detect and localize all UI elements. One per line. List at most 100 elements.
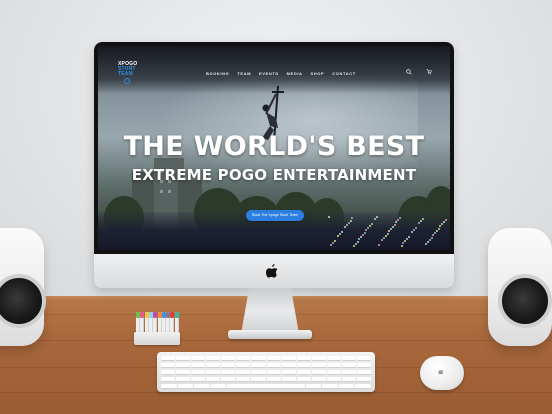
crowd-person <box>439 225 441 227</box>
nav-contact[interactable]: CONTACT <box>332 71 355 76</box>
crowd-person <box>387 233 389 235</box>
left-speaker <box>0 228 46 346</box>
keyboard-key <box>236 356 251 361</box>
crowd-person <box>441 223 443 225</box>
keyboard-key <box>296 370 311 375</box>
keyboard-key <box>161 384 177 389</box>
xpogo-logo[interactable]: XPOGO STUNT TEAM <box>118 62 137 84</box>
crowd-person <box>330 244 332 246</box>
crowd-person <box>427 241 429 243</box>
keyboard-key <box>341 377 357 382</box>
speaker-cone <box>0 274 46 328</box>
keyboard-key <box>161 370 176 375</box>
crowd-person <box>422 218 424 220</box>
keyboard-key <box>176 363 191 368</box>
keyboard-key <box>236 363 251 368</box>
keyboard-key <box>206 370 221 375</box>
keyboard-key <box>161 356 176 361</box>
book-team-button[interactable]: Book The Xpogo Stunt Team <box>246 210 304 221</box>
keyboard-key <box>311 363 326 368</box>
keyboard-key <box>176 377 191 382</box>
crowd-person <box>381 239 383 241</box>
crowd-person <box>378 244 380 246</box>
nav-media[interactable]: MEDIA <box>287 71 303 76</box>
keyboard-key <box>227 384 305 389</box>
crowd-person <box>401 245 403 247</box>
keyboard-key <box>281 370 296 375</box>
marker-tray <box>134 332 180 345</box>
keyboard-key <box>251 363 266 368</box>
nav-booking[interactable]: BOOKING <box>206 71 229 76</box>
monitor-stand <box>241 288 299 334</box>
keyboard-key <box>296 377 311 382</box>
keyboard-key <box>266 370 281 375</box>
keyboard-key <box>357 356 372 361</box>
crowd-person <box>332 242 334 244</box>
nav-team[interactable]: TEAM <box>237 71 251 76</box>
crowd-person <box>394 224 396 226</box>
magic-mouse <box>420 356 464 390</box>
keyboard-key <box>236 377 251 382</box>
crowd-person <box>402 242 404 244</box>
right-speaker <box>488 228 552 346</box>
keyboard-key <box>355 384 371 389</box>
keyboard-key <box>305 384 322 389</box>
crowd-person <box>420 220 422 222</box>
keyboard-key <box>296 363 311 368</box>
crowd-person <box>351 217 353 219</box>
hero-subtitle: EXTREME POGO ENTERTAINMENT <box>131 166 417 184</box>
crowd-person <box>418 222 420 224</box>
keyboard-key <box>357 377 372 382</box>
keyboard-key <box>176 370 191 375</box>
keyboard-key <box>281 377 296 382</box>
keyboard-key <box>311 370 326 375</box>
nav-shop[interactable]: SHOP <box>311 71 325 76</box>
keyboard-key <box>191 377 206 382</box>
crowd-person <box>357 241 359 243</box>
keyboard-key <box>326 356 341 361</box>
keyboard-key <box>326 377 341 382</box>
crowd-person <box>425 243 427 245</box>
site-header: XPOGO STUNT TEAM BOOKING TEAM EVENTS MED… <box>98 46 450 94</box>
crowd-person <box>436 230 438 232</box>
crowd-person <box>415 227 417 229</box>
keyboard <box>157 352 375 392</box>
keyboard-key <box>221 370 236 375</box>
keyboard-key <box>281 363 296 368</box>
keyboard-key <box>191 363 206 368</box>
crowd-person <box>438 228 440 230</box>
search-icon[interactable] <box>406 69 412 75</box>
keyboard-key <box>161 377 176 382</box>
keyboard-key <box>191 356 206 361</box>
crowd-person <box>339 233 341 235</box>
keyboard-key <box>311 356 326 361</box>
keyboard-key <box>341 356 357 361</box>
keyboard-key <box>221 356 236 361</box>
crowd-person <box>413 229 415 231</box>
keyboard-key <box>236 370 251 375</box>
crowd-person <box>385 235 387 237</box>
crowd-person <box>350 220 352 222</box>
crowd-person <box>404 240 406 242</box>
crowd-person <box>344 226 346 228</box>
crowd-person <box>443 221 445 223</box>
keyboard-key <box>266 363 281 368</box>
website-screen: XPOGO STUNT TEAM BOOKING TEAM EVENTS MED… <box>98 46 450 250</box>
marker-set <box>134 312 180 345</box>
keyboard-key <box>177 384 194 389</box>
keyboard-key <box>194 384 210 389</box>
imac-monitor: XPOGO STUNT TEAM BOOKING TEAM EVENTS MED… <box>94 42 454 288</box>
crowd-person <box>399 217 401 219</box>
keyboard-key <box>206 363 221 368</box>
crowd-person <box>383 237 385 239</box>
crowd-person <box>362 234 364 236</box>
crowd-person <box>337 235 339 237</box>
main-nav: BOOKING TEAM EVENTS MEDIA SHOP CONTACT <box>206 71 356 76</box>
speaker-cone <box>498 274 552 328</box>
crowd-person <box>376 216 378 218</box>
nav-events[interactable]: EVENTS <box>259 71 279 76</box>
crowd-person <box>365 229 367 231</box>
keyboard-key <box>357 363 372 368</box>
hero-title: THE WORLD'S BEST <box>123 131 425 162</box>
cart-icon[interactable] <box>426 69 432 75</box>
